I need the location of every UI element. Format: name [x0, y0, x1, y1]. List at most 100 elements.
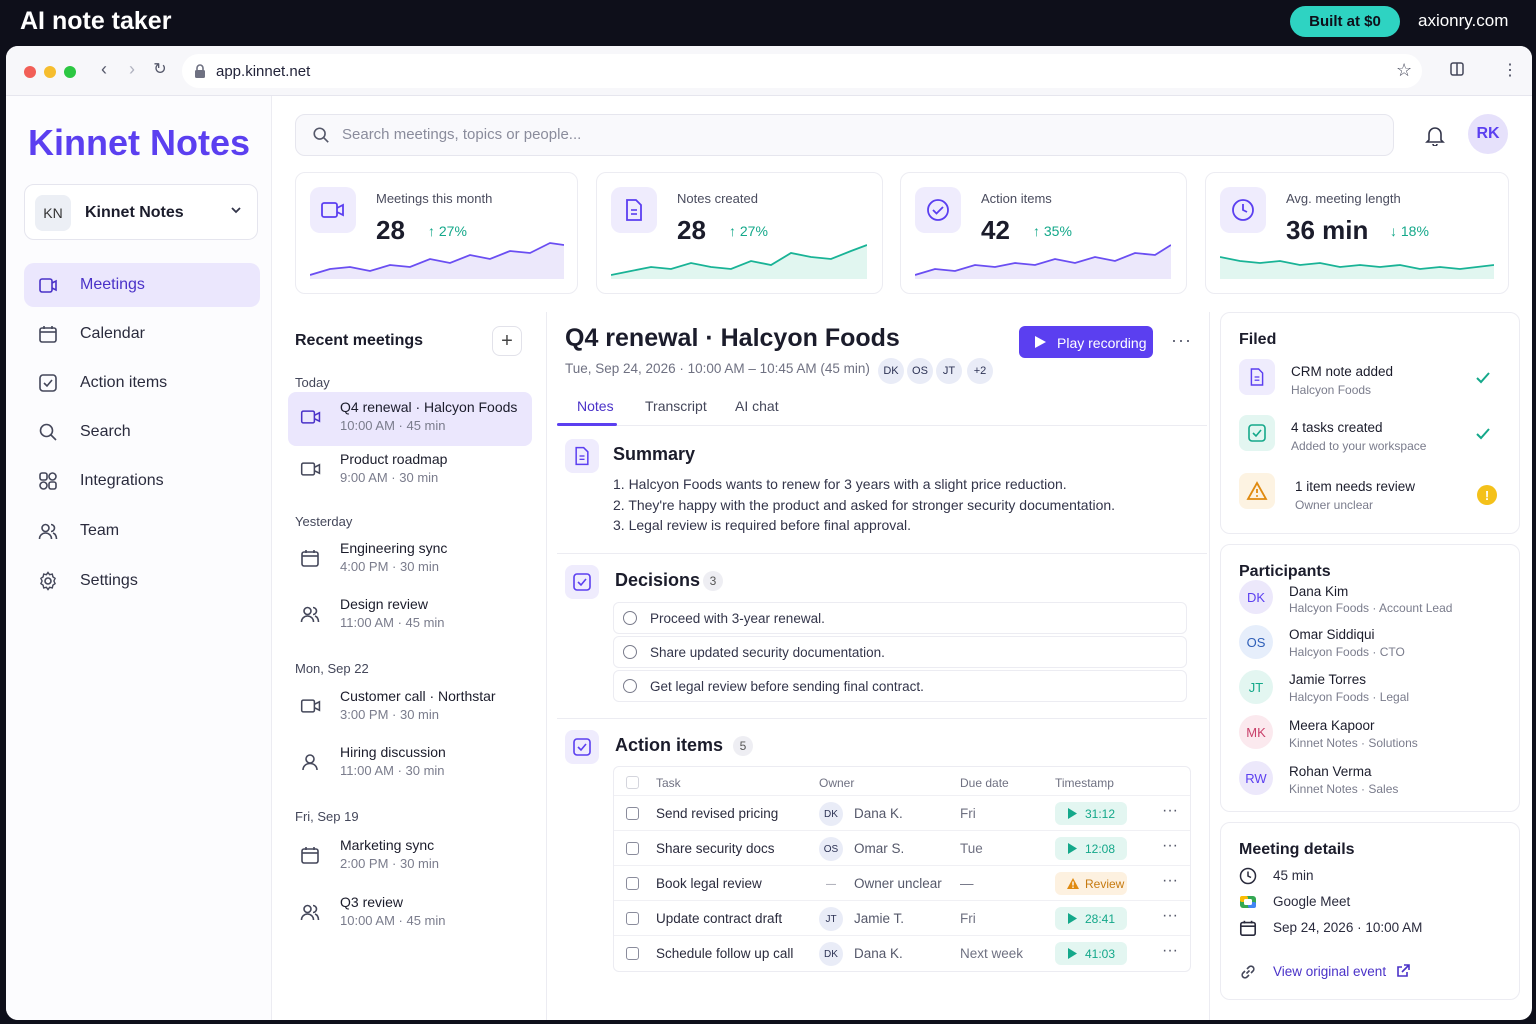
forward-icon[interactable]: ›	[122, 59, 142, 80]
timestamp-button[interactable]: 28:41	[1055, 907, 1127, 930]
task-checkbox[interactable]	[626, 947, 639, 960]
built-badge[interactable]: Built at $0	[1290, 6, 1400, 37]
select-all-checkbox[interactable]	[626, 776, 639, 789]
calendar-icon	[39, 326, 57, 343]
sparkline-chart	[915, 244, 1171, 279]
more-attendees-chip[interactable]: +2	[967, 358, 993, 384]
participant-name: Dana Kim	[1289, 584, 1349, 599]
maximize-dot[interactable]	[64, 66, 76, 78]
meeting-item[interactable]: Design review 11:00 AM · 45 min	[288, 589, 532, 643]
attendee-chip[interactable]: DK	[878, 358, 904, 384]
participant-role: Kinnet Notes · Sales	[1289, 782, 1399, 796]
check-icon	[1476, 428, 1490, 440]
table-row: Book legal review — Owner unclear — Revi…	[614, 865, 1190, 900]
check-icon	[1476, 372, 1490, 384]
chevron-down-icon	[231, 207, 241, 214]
bell-icon[interactable]	[1424, 124, 1446, 146]
meeting-item[interactable]: Hiring discussion 11:00 AM · 30 min	[288, 737, 532, 791]
filed-title: Filed	[1239, 331, 1277, 348]
meeting-item[interactable]: Marketing sync 2:00 PM · 30 min	[288, 830, 532, 884]
sidebar-item-team[interactable]: Team	[24, 509, 260, 553]
decision-text: Get legal review before sending final co…	[650, 679, 924, 694]
address-bar[interactable]: app.kinnet.net ☆	[182, 54, 1422, 88]
stat-card-notes: Notes created 28 ↑ 27%	[596, 172, 883, 294]
meeting-item[interactable]: Q3 review 10:00 AM · 45 min	[288, 887, 532, 941]
calendar-icon	[1239, 920, 1257, 937]
table-row: Update contract draft JT Jamie T. Fri 28…	[614, 900, 1190, 935]
task-checkbox[interactable]	[626, 807, 639, 820]
timestamp-button[interactable]: 41:03	[1055, 942, 1127, 965]
browser-menu-icon[interactable]: ⋮	[1502, 60, 1518, 80]
banner-site[interactable]: axionry.com	[1418, 11, 1508, 31]
timestamp-button[interactable]: 31:12	[1055, 802, 1127, 825]
meeting-name: Design review	[340, 596, 428, 612]
summary-item: 3. Legal review is required before final…	[613, 517, 912, 533]
more-options-icon[interactable]: ···	[1171, 330, 1192, 351]
meetings-icon	[39, 278, 57, 293]
meeting-tabs: Notes Transcript AI chat	[557, 392, 1207, 426]
row-more-icon[interactable]: ···	[1162, 942, 1178, 960]
add-meeting-button[interactable]: +	[492, 326, 522, 356]
owner-avatar: —	[826, 878, 836, 890]
search-bar[interactable]	[295, 114, 1394, 156]
reload-icon[interactable]: ↻	[150, 59, 170, 79]
decision-item[interactable]: Share updated security documentation.	[613, 636, 1187, 668]
participants-card: Participants DK Dana Kim Halcyon Foods ·…	[1220, 544, 1520, 812]
timestamp-button[interactable]: 12:08	[1055, 837, 1127, 860]
sidebar-item-settings[interactable]: Settings	[24, 559, 260, 603]
meeting-time: 10:00 AM · 45 min	[340, 418, 446, 433]
tab-transcript[interactable]: Transcript	[645, 398, 707, 414]
attendee-chip[interactable]: JT	[936, 358, 962, 384]
sidebar-item-meetings[interactable]: Meetings	[24, 263, 260, 307]
participant-avatar[interactable]: JT	[1239, 670, 1273, 704]
task-checkbox[interactable]	[626, 842, 639, 855]
active-tab-indicator	[557, 423, 617, 426]
participants-title: Participants	[1239, 563, 1331, 580]
sidebar-toggle-icon[interactable]	[1450, 60, 1464, 81]
meeting-item[interactable]: Customer call · Northstar 3:00 PM · 30 m…	[288, 681, 532, 735]
star-icon[interactable]: ☆	[1396, 60, 1412, 81]
decision-item[interactable]: Proceed with 3-year renewal.	[613, 602, 1187, 634]
table-row: Share security docs OS Omar S. Tue 12:08…	[614, 830, 1190, 865]
meeting-item[interactable]: Engineering sync 4:00 PM · 30 min	[288, 533, 532, 587]
participant-avatar[interactable]: MK	[1239, 715, 1273, 749]
back-icon[interactable]: ‹	[94, 59, 114, 80]
tab-ai-chat[interactable]: AI chat	[735, 398, 779, 414]
gear-icon	[40, 571, 56, 591]
recent-meetings-title: Recent meetings	[295, 332, 424, 349]
sidebar-item-integrations[interactable]: Integrations	[24, 459, 260, 503]
review-badge[interactable]: Review	[1055, 872, 1127, 895]
sidebar-item-label: Search	[80, 423, 131, 440]
meeting-name: Q4 renewal · Halcyon Foods	[340, 399, 518, 415]
attendee-chip[interactable]: OS	[907, 358, 933, 384]
sidebar-item-calendar[interactable]: Calendar	[24, 312, 260, 356]
user-avatar[interactable]: RK	[1468, 114, 1508, 154]
participant-name: Meera Kapoor	[1289, 718, 1375, 733]
row-more-icon[interactable]: ···	[1162, 837, 1178, 855]
sidebar-item-action-items[interactable]: Action items	[24, 361, 260, 405]
workspace-switcher[interactable]: KN Kinnet Notes	[24, 184, 258, 240]
participant-avatar[interactable]: DK	[1239, 580, 1273, 614]
decision-item[interactable]: Get legal review before sending final co…	[613, 670, 1187, 702]
play-recording-button[interactable]: Play recording	[1019, 326, 1153, 358]
tab-notes[interactable]: Notes	[577, 398, 614, 414]
meeting-item[interactable]: Product roadmap 9:00 AM · 30 min	[288, 444, 532, 498]
task-checkbox[interactable]	[626, 877, 639, 890]
action-items-title: Action items	[615, 735, 724, 755]
participant-avatar[interactable]: OS	[1239, 625, 1273, 659]
owner-name: Dana K.	[854, 806, 903, 821]
minimize-dot[interactable]	[44, 66, 56, 78]
close-dot[interactable]	[24, 66, 36, 78]
task-checkbox[interactable]	[626, 912, 639, 925]
sidebar-item-search[interactable]: Search	[24, 410, 260, 454]
row-more-icon[interactable]: ···	[1162, 907, 1178, 925]
meeting-item[interactable]: Q4 renewal · Halcyon Foods 10:00 AM · 45…	[288, 392, 532, 446]
participant-avatar[interactable]: RW	[1239, 761, 1273, 795]
due-date: Next week	[960, 946, 1024, 961]
stat-card-action-items: Action items 42 ↑ 35%	[900, 172, 1187, 294]
row-more-icon[interactable]: ···	[1162, 872, 1178, 890]
decision-text: Proceed with 3-year renewal.	[650, 611, 825, 626]
row-more-icon[interactable]: ···	[1162, 802, 1178, 820]
meeting-detail: Q4 renewal · Halcyon Foods Tue, Sep 24, …	[546, 312, 1210, 1020]
search-input[interactable]	[342, 126, 1242, 143]
